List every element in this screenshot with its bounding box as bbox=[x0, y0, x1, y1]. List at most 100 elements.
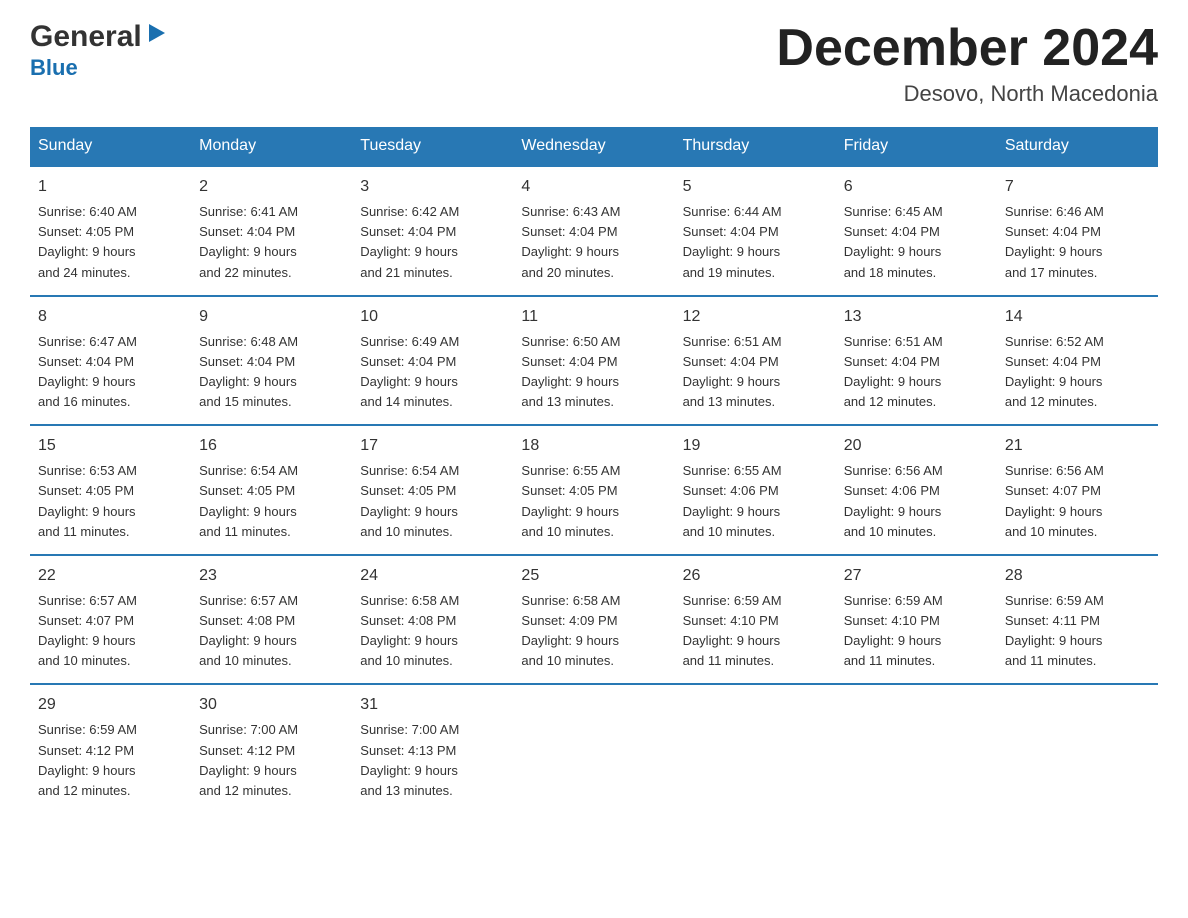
day-info: Sunrise: 7:00 AMSunset: 4:12 PMDaylight:… bbox=[199, 720, 344, 801]
day-info: Sunrise: 6:55 AMSunset: 4:05 PMDaylight:… bbox=[521, 461, 666, 542]
day-number: 30 bbox=[199, 693, 344, 717]
week-row-2: 8 Sunrise: 6:47 AMSunset: 4:04 PMDayligh… bbox=[30, 296, 1158, 426]
day-number: 21 bbox=[1005, 434, 1150, 458]
day-info: Sunrise: 6:53 AMSunset: 4:05 PMDaylight:… bbox=[38, 461, 183, 542]
day-number: 12 bbox=[683, 305, 828, 329]
day-number: 8 bbox=[38, 305, 183, 329]
calendar-cell: 17 Sunrise: 6:54 AMSunset: 4:05 PMDaylig… bbox=[352, 425, 513, 555]
day-info: Sunrise: 6:59 AMSunset: 4:12 PMDaylight:… bbox=[38, 720, 183, 801]
day-number: 17 bbox=[360, 434, 505, 458]
day-info: Sunrise: 6:57 AMSunset: 4:08 PMDaylight:… bbox=[199, 591, 344, 672]
calendar-cell: 1 Sunrise: 6:40 AMSunset: 4:05 PMDayligh… bbox=[30, 166, 191, 296]
day-number: 13 bbox=[844, 305, 989, 329]
day-number: 9 bbox=[199, 305, 344, 329]
day-info: Sunrise: 6:52 AMSunset: 4:04 PMDaylight:… bbox=[1005, 332, 1150, 413]
day-info: Sunrise: 6:43 AMSunset: 4:04 PMDaylight:… bbox=[521, 202, 666, 283]
day-info: Sunrise: 6:42 AMSunset: 4:04 PMDaylight:… bbox=[360, 202, 505, 283]
day-info: Sunrise: 6:40 AMSunset: 4:05 PMDaylight:… bbox=[38, 202, 183, 283]
day-info: Sunrise: 6:54 AMSunset: 4:05 PMDaylight:… bbox=[360, 461, 505, 542]
day-info: Sunrise: 6:56 AMSunset: 4:06 PMDaylight:… bbox=[844, 461, 989, 542]
calendar-cell: 24 Sunrise: 6:58 AMSunset: 4:08 PMDaylig… bbox=[352, 555, 513, 685]
day-number: 4 bbox=[521, 175, 666, 199]
day-number: 20 bbox=[844, 434, 989, 458]
calendar-cell: 22 Sunrise: 6:57 AMSunset: 4:07 PMDaylig… bbox=[30, 555, 191, 685]
calendar-table: SundayMondayTuesdayWednesdayThursdayFrid… bbox=[30, 127, 1158, 813]
calendar-cell: 11 Sunrise: 6:50 AMSunset: 4:04 PMDaylig… bbox=[513, 296, 674, 426]
weekday-header-row: SundayMondayTuesdayWednesdayThursdayFrid… bbox=[30, 127, 1158, 166]
day-info: Sunrise: 7:00 AMSunset: 4:13 PMDaylight:… bbox=[360, 720, 505, 801]
calendar-cell: 31 Sunrise: 7:00 AMSunset: 4:13 PMDaylig… bbox=[352, 684, 513, 813]
calendar-cell: 12 Sunrise: 6:51 AMSunset: 4:04 PMDaylig… bbox=[675, 296, 836, 426]
month-title: December 2024 bbox=[776, 20, 1158, 77]
weekday-header-monday: Monday bbox=[191, 127, 352, 166]
calendar-cell: 21 Sunrise: 6:56 AMSunset: 4:07 PMDaylig… bbox=[997, 425, 1158, 555]
day-info: Sunrise: 6:49 AMSunset: 4:04 PMDaylight:… bbox=[360, 332, 505, 413]
logo-arrow-icon bbox=[145, 22, 167, 49]
day-number: 10 bbox=[360, 305, 505, 329]
day-info: Sunrise: 6:45 AMSunset: 4:04 PMDaylight:… bbox=[844, 202, 989, 283]
day-info: Sunrise: 6:47 AMSunset: 4:04 PMDaylight:… bbox=[38, 332, 183, 413]
calendar-cell: 26 Sunrise: 6:59 AMSunset: 4:10 PMDaylig… bbox=[675, 555, 836, 685]
weekday-header-sunday: Sunday bbox=[30, 127, 191, 166]
calendar-cell bbox=[513, 684, 674, 813]
day-number: 22 bbox=[38, 564, 183, 588]
day-number: 5 bbox=[683, 175, 828, 199]
calendar-cell: 27 Sunrise: 6:59 AMSunset: 4:10 PMDaylig… bbox=[836, 555, 997, 685]
day-number: 31 bbox=[360, 693, 505, 717]
calendar-cell: 14 Sunrise: 6:52 AMSunset: 4:04 PMDaylig… bbox=[997, 296, 1158, 426]
logo-blue-text: Blue bbox=[30, 55, 167, 80]
day-info: Sunrise: 6:57 AMSunset: 4:07 PMDaylight:… bbox=[38, 591, 183, 672]
calendar-cell: 28 Sunrise: 6:59 AMSunset: 4:11 PMDaylig… bbox=[997, 555, 1158, 685]
logo-general-text: General bbox=[30, 20, 142, 55]
calendar-cell: 8 Sunrise: 6:47 AMSunset: 4:04 PMDayligh… bbox=[30, 296, 191, 426]
day-number: 14 bbox=[1005, 305, 1150, 329]
day-info: Sunrise: 6:48 AMSunset: 4:04 PMDaylight:… bbox=[199, 332, 344, 413]
weekday-header-saturday: Saturday bbox=[997, 127, 1158, 166]
logo: General Blue bbox=[30, 20, 167, 80]
day-number: 19 bbox=[683, 434, 828, 458]
calendar-cell: 4 Sunrise: 6:43 AMSunset: 4:04 PMDayligh… bbox=[513, 166, 674, 296]
calendar-cell bbox=[836, 684, 997, 813]
weekday-header-friday: Friday bbox=[836, 127, 997, 166]
day-number: 29 bbox=[38, 693, 183, 717]
day-info: Sunrise: 6:50 AMSunset: 4:04 PMDaylight:… bbox=[521, 332, 666, 413]
title-block: December 2024 Desovo, North Macedonia bbox=[776, 20, 1158, 107]
day-number: 1 bbox=[38, 175, 183, 199]
day-info: Sunrise: 6:54 AMSunset: 4:05 PMDaylight:… bbox=[199, 461, 344, 542]
week-row-3: 15 Sunrise: 6:53 AMSunset: 4:05 PMDaylig… bbox=[30, 425, 1158, 555]
calendar-cell bbox=[997, 684, 1158, 813]
calendar-cell: 16 Sunrise: 6:54 AMSunset: 4:05 PMDaylig… bbox=[191, 425, 352, 555]
location-subtitle: Desovo, North Macedonia bbox=[776, 81, 1158, 107]
calendar-cell: 2 Sunrise: 6:41 AMSunset: 4:04 PMDayligh… bbox=[191, 166, 352, 296]
calendar-cell: 29 Sunrise: 6:59 AMSunset: 4:12 PMDaylig… bbox=[30, 684, 191, 813]
calendar-cell: 6 Sunrise: 6:45 AMSunset: 4:04 PMDayligh… bbox=[836, 166, 997, 296]
week-row-1: 1 Sunrise: 6:40 AMSunset: 4:05 PMDayligh… bbox=[30, 166, 1158, 296]
calendar-cell: 10 Sunrise: 6:49 AMSunset: 4:04 PMDaylig… bbox=[352, 296, 513, 426]
day-info: Sunrise: 6:46 AMSunset: 4:04 PMDaylight:… bbox=[1005, 202, 1150, 283]
week-row-5: 29 Sunrise: 6:59 AMSunset: 4:12 PMDaylig… bbox=[30, 684, 1158, 813]
weekday-header-wednesday: Wednesday bbox=[513, 127, 674, 166]
day-info: Sunrise: 6:58 AMSunset: 4:09 PMDaylight:… bbox=[521, 591, 666, 672]
day-number: 18 bbox=[521, 434, 666, 458]
day-number: 27 bbox=[844, 564, 989, 588]
calendar-cell: 23 Sunrise: 6:57 AMSunset: 4:08 PMDaylig… bbox=[191, 555, 352, 685]
day-info: Sunrise: 6:58 AMSunset: 4:08 PMDaylight:… bbox=[360, 591, 505, 672]
calendar-cell: 9 Sunrise: 6:48 AMSunset: 4:04 PMDayligh… bbox=[191, 296, 352, 426]
page-header: General Blue December 2024 Desovo, North… bbox=[30, 20, 1158, 107]
day-info: Sunrise: 6:56 AMSunset: 4:07 PMDaylight:… bbox=[1005, 461, 1150, 542]
day-number: 15 bbox=[38, 434, 183, 458]
weekday-header-thursday: Thursday bbox=[675, 127, 836, 166]
calendar-cell: 7 Sunrise: 6:46 AMSunset: 4:04 PMDayligh… bbox=[997, 166, 1158, 296]
day-number: 3 bbox=[360, 175, 505, 199]
calendar-cell: 18 Sunrise: 6:55 AMSunset: 4:05 PMDaylig… bbox=[513, 425, 674, 555]
day-number: 6 bbox=[844, 175, 989, 199]
week-row-4: 22 Sunrise: 6:57 AMSunset: 4:07 PMDaylig… bbox=[30, 555, 1158, 685]
calendar-cell: 19 Sunrise: 6:55 AMSunset: 4:06 PMDaylig… bbox=[675, 425, 836, 555]
calendar-cell: 30 Sunrise: 7:00 AMSunset: 4:12 PMDaylig… bbox=[191, 684, 352, 813]
day-info: Sunrise: 6:41 AMSunset: 4:04 PMDaylight:… bbox=[199, 202, 344, 283]
day-info: Sunrise: 6:59 AMSunset: 4:10 PMDaylight:… bbox=[844, 591, 989, 672]
day-info: Sunrise: 6:55 AMSunset: 4:06 PMDaylight:… bbox=[683, 461, 828, 542]
day-info: Sunrise: 6:59 AMSunset: 4:10 PMDaylight:… bbox=[683, 591, 828, 672]
calendar-cell: 25 Sunrise: 6:58 AMSunset: 4:09 PMDaylig… bbox=[513, 555, 674, 685]
day-info: Sunrise: 6:59 AMSunset: 4:11 PMDaylight:… bbox=[1005, 591, 1150, 672]
